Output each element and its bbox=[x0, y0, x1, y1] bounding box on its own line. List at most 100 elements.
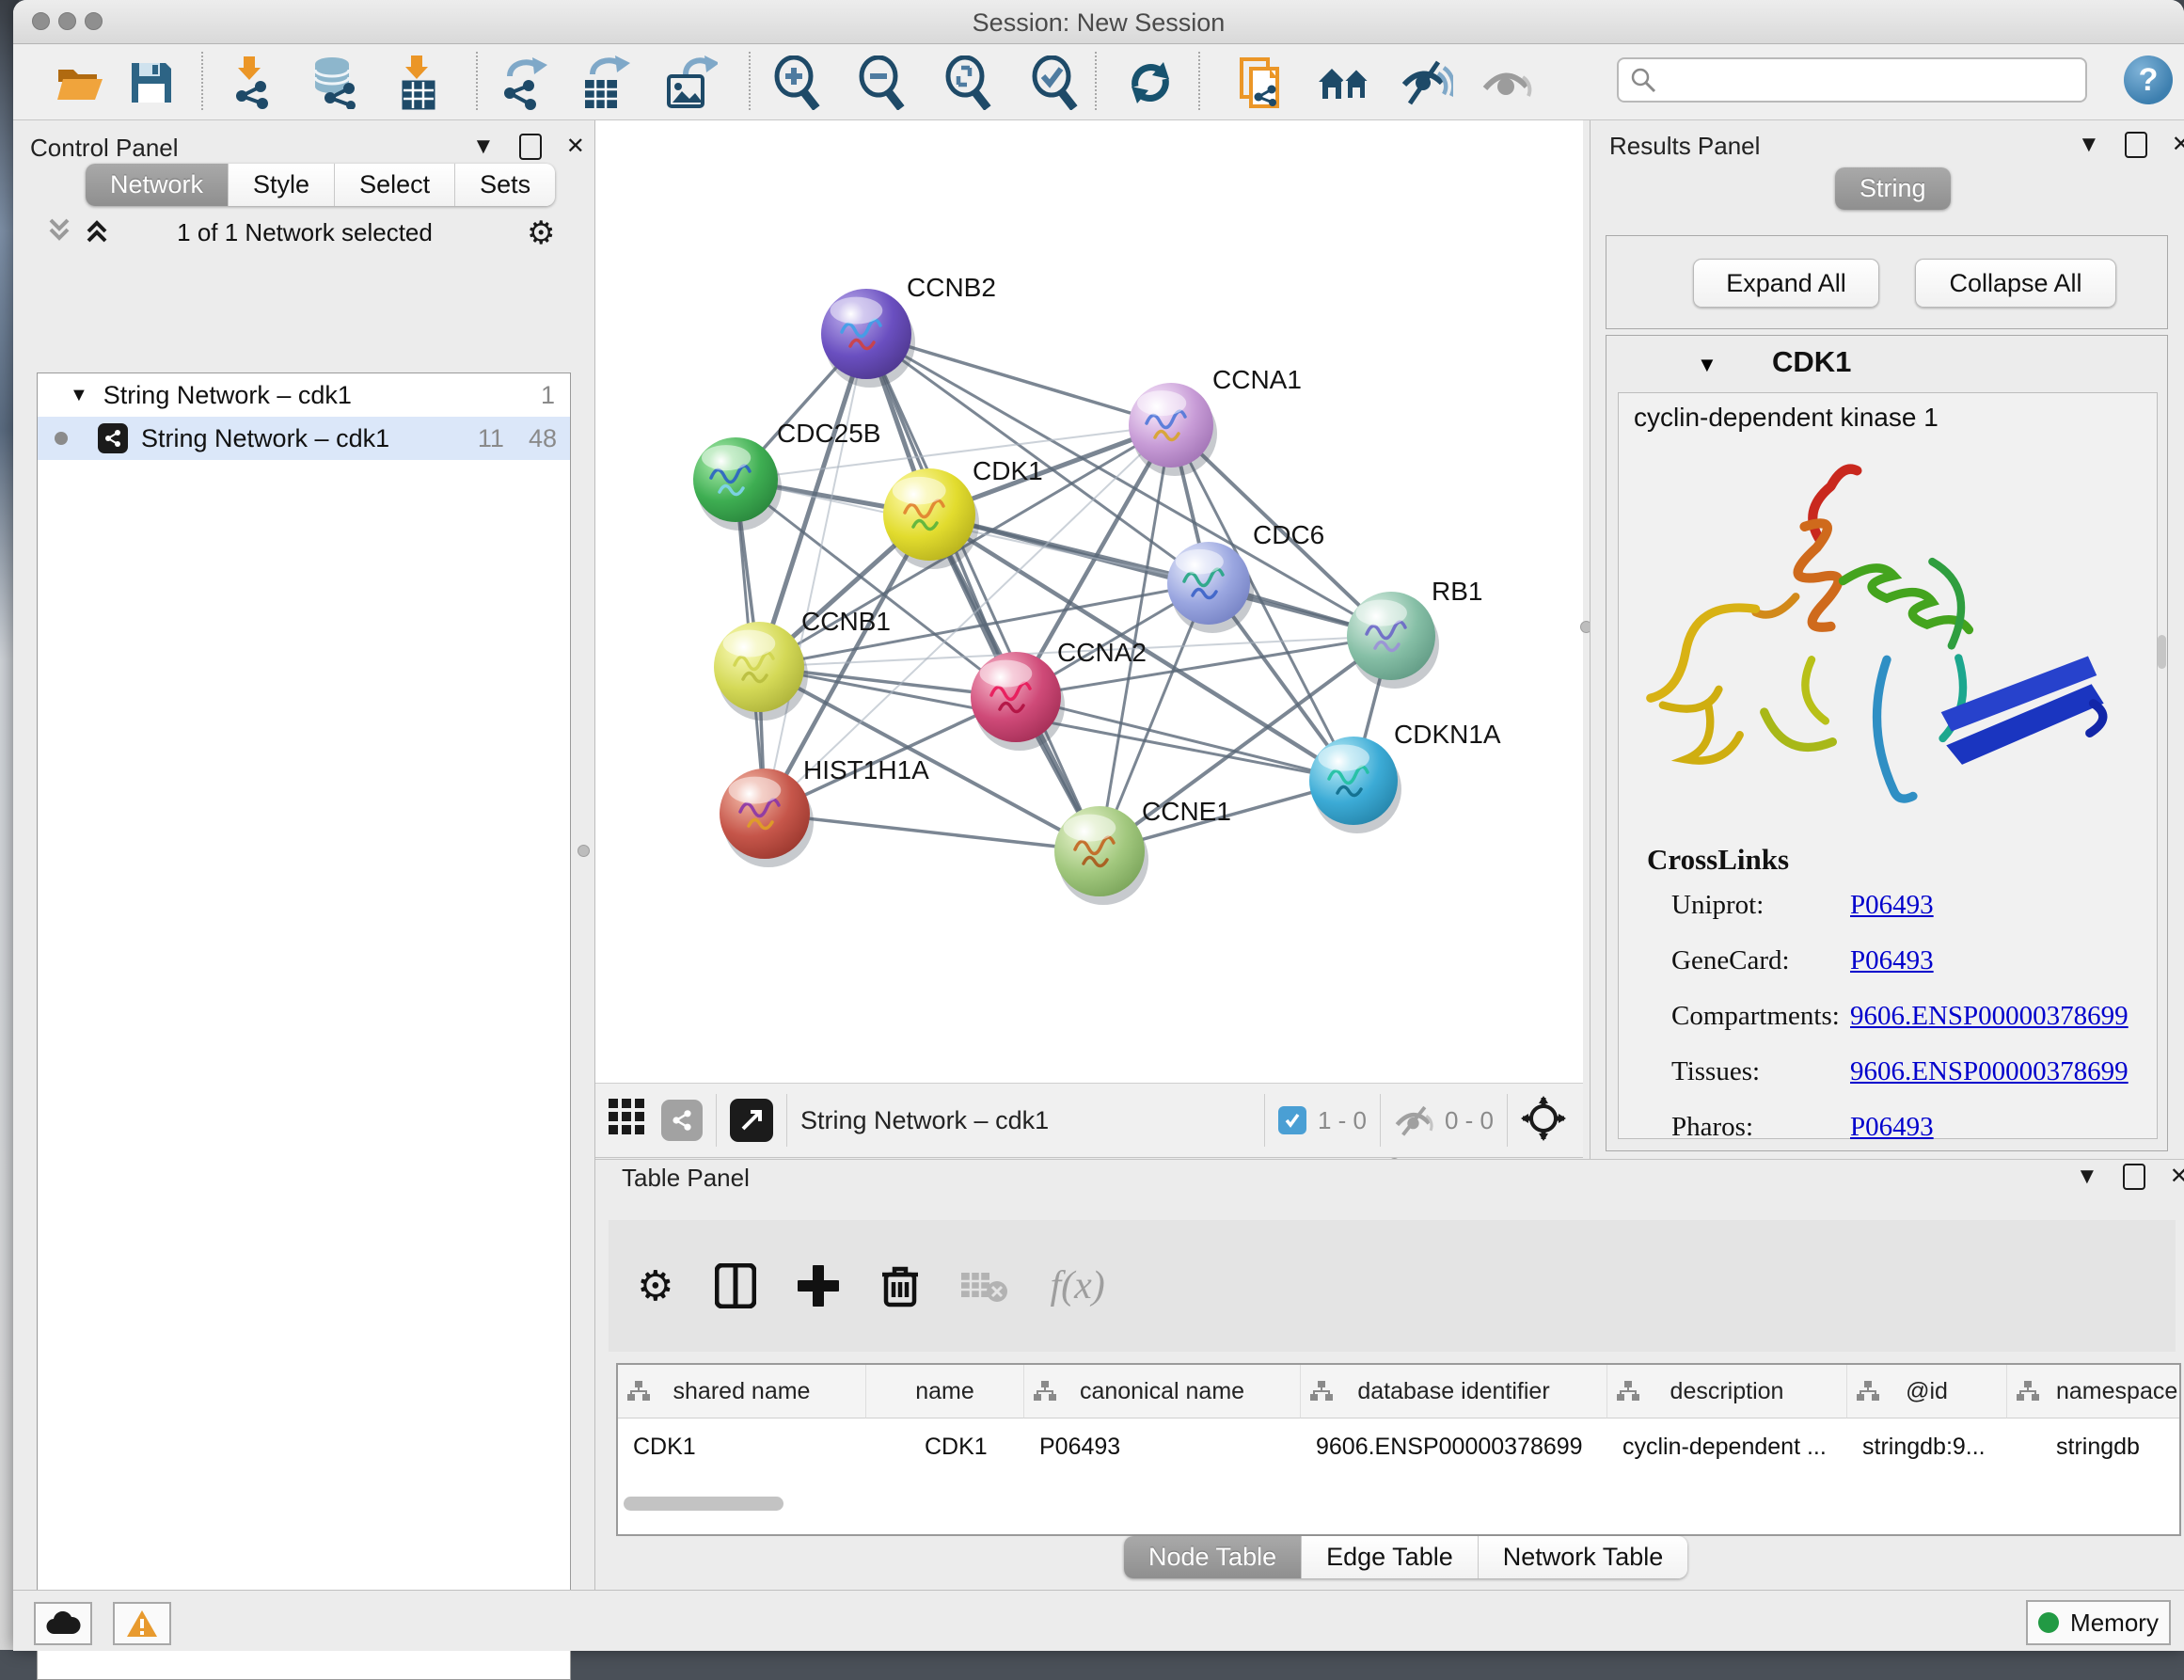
node-CDK1[interactable] bbox=[883, 468, 979, 569]
help-button[interactable]: ? bbox=[2124, 55, 2173, 104]
column-header-namespace[interactable]: namespace bbox=[2007, 1365, 2179, 1418]
node-CCNB2[interactable] bbox=[821, 289, 915, 388]
network-row-selected[interactable]: String Network – cdk1 11 48 bbox=[38, 417, 570, 460]
zoom-out-button[interactable] bbox=[854, 55, 909, 110]
columns-icon[interactable] bbox=[715, 1263, 756, 1308]
open-session-button[interactable] bbox=[53, 55, 107, 110]
database-icon bbox=[308, 56, 360, 109]
add-column-icon[interactable] bbox=[798, 1265, 839, 1307]
table-panel-menu-button[interactable]: ▼ bbox=[2076, 1165, 2098, 1188]
zoom-in-button[interactable] bbox=[769, 55, 824, 110]
expand-all-networks-button[interactable] bbox=[83, 216, 111, 249]
save-session-button[interactable] bbox=[124, 55, 179, 110]
table-panel-float-button[interactable] bbox=[2123, 1164, 2145, 1190]
edge-CCNB2-HIST1H1A[interactable] bbox=[765, 334, 866, 814]
crosslink-uniprot-link[interactable]: P06493 bbox=[1850, 890, 2129, 921]
search-field[interactable] bbox=[1617, 57, 2087, 103]
node-HIST1H1A[interactable] bbox=[720, 769, 814, 867]
node-label-CDKN1A: CDKN1A bbox=[1394, 720, 1501, 749]
results-panel-float-button[interactable] bbox=[2125, 132, 2147, 158]
tab-node-table[interactable]: Node Table bbox=[1124, 1536, 1302, 1578]
crosslink-genecard-link[interactable]: P06493 bbox=[1850, 945, 2129, 976]
apply-layout-button[interactable] bbox=[1123, 55, 1178, 110]
center-view-button[interactable] bbox=[1521, 1096, 1566, 1146]
control-panel-close-button[interactable]: ✕ bbox=[566, 135, 585, 158]
delete-column-trash-icon[interactable] bbox=[880, 1263, 920, 1308]
results-panel-menu-button[interactable]: ▼ bbox=[2078, 134, 2100, 156]
tab-network[interactable]: Network bbox=[86, 164, 229, 206]
export-table-button[interactable] bbox=[578, 55, 632, 110]
node-CDKN1A[interactable] bbox=[1309, 737, 1401, 833]
node-RB1[interactable] bbox=[1347, 592, 1439, 689]
column-header-id[interactable]: @id bbox=[1847, 1365, 2007, 1418]
column-header-description[interactable]: description bbox=[1607, 1365, 1847, 1418]
network-canvas[interactable]: CCNB2CCNA1CDC25BCDK1CDC6RB1CCNB1CCNA2CDK… bbox=[595, 120, 1583, 1083]
node-CDC6[interactable] bbox=[1167, 542, 1254, 633]
tab-select[interactable]: Select bbox=[335, 164, 455, 206]
zoom-fit-button[interactable] bbox=[941, 55, 995, 110]
import-network-button[interactable] bbox=[226, 55, 280, 110]
tab-network-table[interactable]: Network Table bbox=[1479, 1536, 1688, 1578]
selected-count-checkbox[interactable] bbox=[1278, 1106, 1306, 1134]
current-network-dot-icon bbox=[55, 432, 68, 445]
column-header-canonical-name[interactable]: canonical name bbox=[1024, 1365, 1301, 1418]
share-icon bbox=[671, 1109, 693, 1132]
tab-string[interactable]: String bbox=[1835, 167, 1951, 210]
control-panel-float-button[interactable] bbox=[519, 134, 542, 160]
import-table-button[interactable] bbox=[391, 55, 446, 110]
show-hidden-button[interactable] bbox=[1480, 55, 1535, 110]
column-header-name[interactable]: name bbox=[866, 1365, 1024, 1418]
edge-HIST1H1A-CCNE1[interactable] bbox=[765, 814, 1100, 851]
network-collection-row[interactable]: ▼ String Network – cdk1 1 bbox=[38, 373, 570, 417]
collection-expand-icon[interactable]: ▼ bbox=[70, 385, 88, 406]
node-CCNA1[interactable] bbox=[1129, 383, 1217, 476]
zoom-selected-button[interactable] bbox=[1027, 55, 1082, 110]
column-header-shared-name[interactable]: shared name bbox=[618, 1365, 866, 1418]
warnings-button[interactable] bbox=[113, 1602, 171, 1645]
node-CDC25B[interactable] bbox=[693, 437, 782, 531]
app-window: Session: New Session bbox=[13, 0, 2184, 1650]
results-scrollbar-thumb[interactable] bbox=[2158, 635, 2166, 669]
clone-network-button[interactable] bbox=[1234, 55, 1289, 110]
left-splitter-handle[interactable] bbox=[578, 845, 590, 857]
search-input[interactable] bbox=[1656, 66, 2065, 95]
hide-selected-button[interactable] bbox=[1400, 55, 1454, 110]
table-row[interactable]: CDK1 CDK1 P06493 9606.ENSP00000378699 cy… bbox=[618, 1418, 2179, 1475]
protein-structure-image bbox=[1619, 450, 2155, 826]
table-settings-gear-icon[interactable]: ⚙ bbox=[637, 1262, 673, 1310]
results-panel-close-button[interactable]: ✕ bbox=[2172, 134, 2184, 156]
open-in-new-icon bbox=[739, 1108, 764, 1133]
detach-view-button[interactable] bbox=[730, 1099, 773, 1142]
column-type-icon bbox=[1617, 1381, 1639, 1402]
tab-sets[interactable]: Sets bbox=[455, 164, 555, 206]
crosslink-compartments-link[interactable]: 9606.ENSP00000378699 bbox=[1850, 1001, 2129, 1032]
export-network-button[interactable] bbox=[497, 55, 551, 110]
tab-style[interactable]: Style bbox=[229, 164, 335, 206]
collapse-all-networks-button[interactable] bbox=[45, 216, 73, 249]
cloud-status-button[interactable] bbox=[34, 1602, 92, 1645]
node-label-CCNB1: CCNB1 bbox=[801, 607, 891, 636]
crosslink-pharos-link[interactable]: P06493 bbox=[1850, 1112, 2129, 1143]
network-overview-button[interactable] bbox=[1317, 55, 1371, 110]
column-header-database-identifier[interactable]: database identifier bbox=[1301, 1365, 1607, 1418]
tab-edge-table[interactable]: Edge Table bbox=[1302, 1536, 1479, 1578]
toolbar-separator bbox=[476, 52, 478, 110]
node-CCNA2[interactable] bbox=[971, 652, 1065, 751]
import-table-icon bbox=[396, 55, 441, 110]
collapse-all-button[interactable]: Collapse All bbox=[1915, 259, 2116, 308]
table-panel-close-button[interactable]: ✕ bbox=[2170, 1165, 2184, 1188]
table-hscrollbar-thumb[interactable] bbox=[624, 1497, 783, 1511]
node-CCNE1[interactable] bbox=[1054, 806, 1148, 905]
grid-view-button[interactable] bbox=[609, 1099, 648, 1143]
export-image-button[interactable] bbox=[664, 55, 719, 110]
import-database-button[interactable] bbox=[307, 55, 361, 110]
crosslink-tissues-link[interactable]: 9606.ENSP00000378699 bbox=[1850, 1056, 2129, 1087]
memory-button[interactable]: Memory bbox=[2026, 1600, 2171, 1645]
node-label-CCNB2: CCNB2 bbox=[907, 273, 996, 302]
expand-all-button[interactable]: Expand All bbox=[1693, 259, 1879, 308]
entry-collapse-icon[interactable]: ▼ bbox=[1697, 353, 1717, 377]
crosslink-label: Uniprot: bbox=[1671, 890, 1850, 921]
network-view-toggle-button[interactable] bbox=[661, 1100, 703, 1141]
network-options-gear-icon[interactable]: ⚙ bbox=[527, 214, 555, 252]
control-panel-menu-button[interactable]: ▼ bbox=[472, 135, 495, 158]
